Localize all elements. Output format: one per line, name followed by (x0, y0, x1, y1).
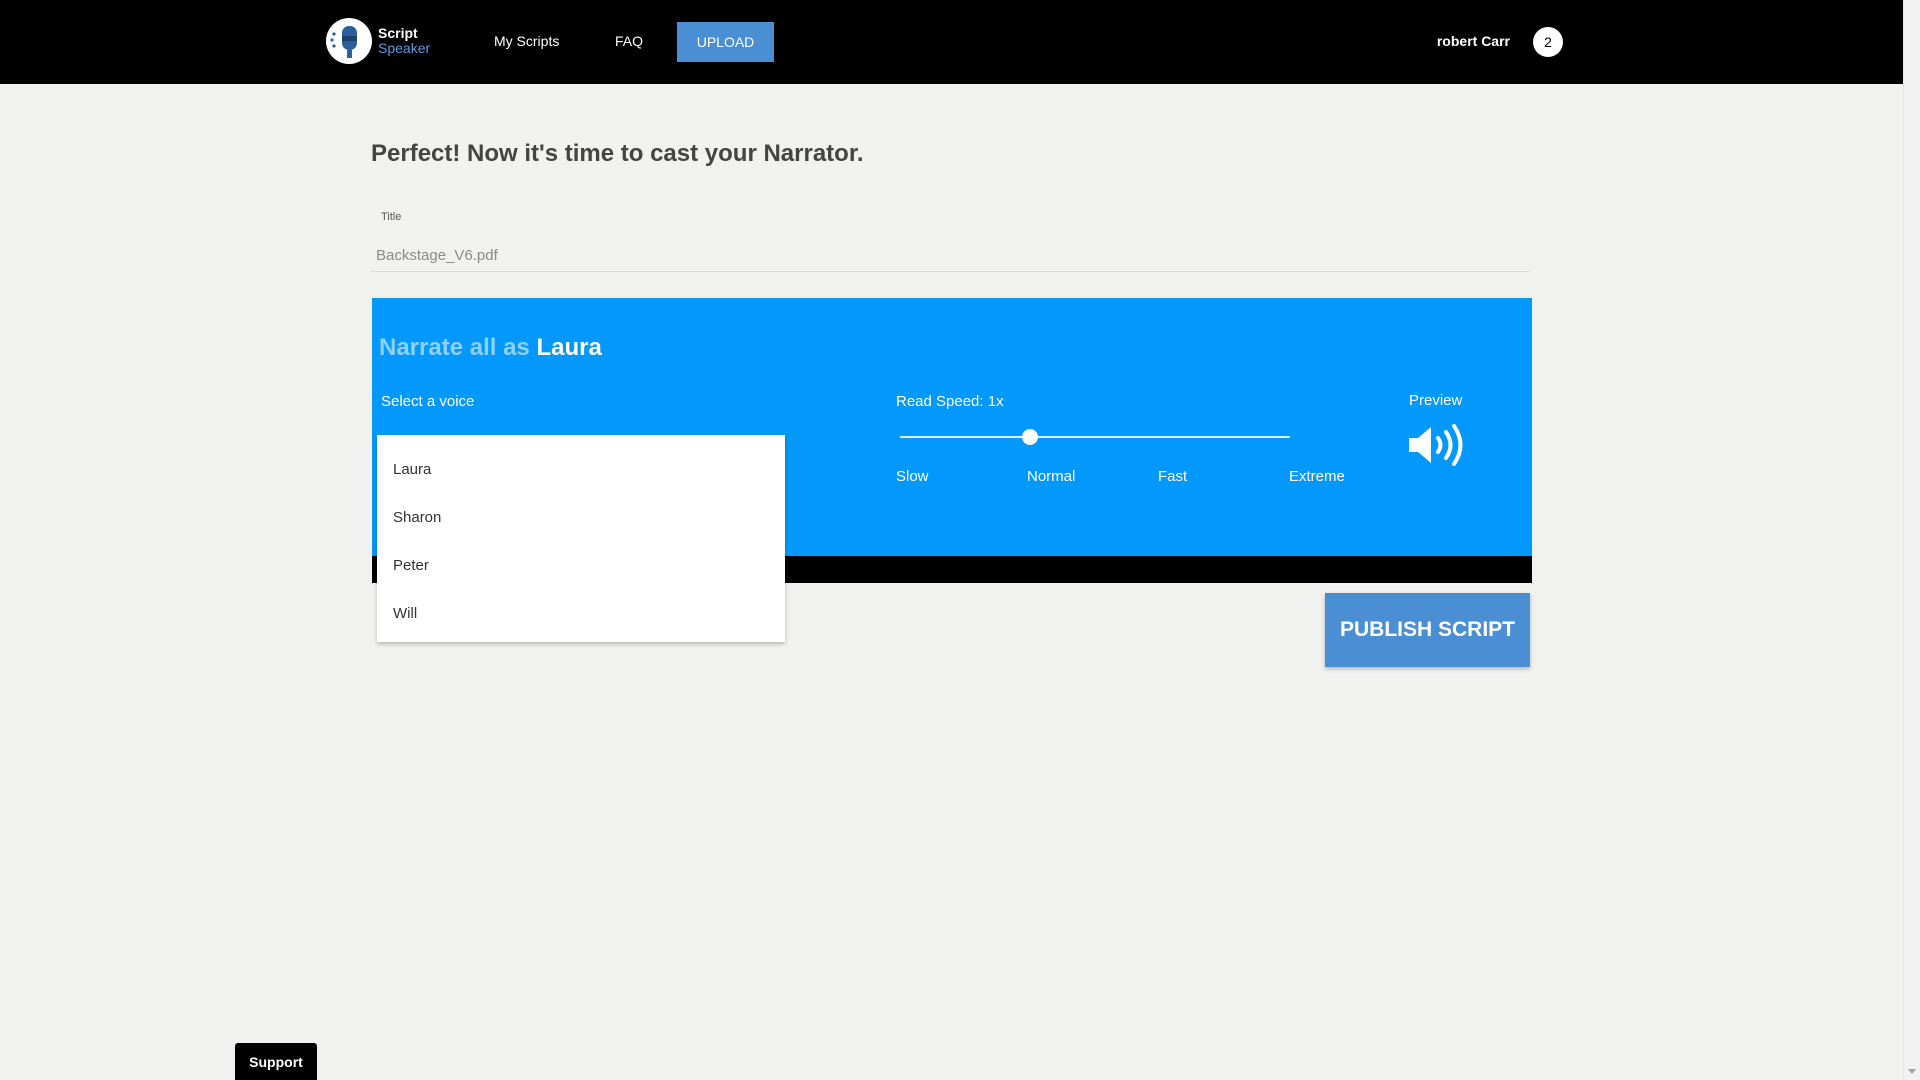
voice-option-will[interactable]: Will (377, 591, 785, 639)
notification-count-badge[interactable]: 2 (1533, 27, 1563, 57)
logo-line-2: Speaker (378, 40, 431, 56)
speed-tick-fast: Fast (1158, 468, 1188, 485)
read-speed-slider-thumb[interactable] (1021, 429, 1038, 445)
speed-tick-extreme: Extreme (1289, 468, 1345, 485)
upload-button[interactable]: UPLOAD (677, 22, 774, 62)
page-heading: Perfect! Now it's time to cast your Narr… (371, 140, 864, 167)
read-speed-label: Read Speed: 1x (896, 393, 1004, 410)
page-scrollbar[interactable] (1903, 0, 1920, 1080)
read-speed-slider-track[interactable] (900, 436, 1290, 438)
speed-tick-normal: Normal (1027, 468, 1076, 485)
voice-dropdown-menu: Laura Sharon Peter Will (377, 435, 785, 642)
nav-faq-link[interactable]: FAQ (615, 33, 643, 49)
speed-tick-slow: Slow (896, 468, 929, 485)
script-speaker-logo[interactable]: Script Speaker (326, 16, 436, 66)
microphone-logo-icon (326, 18, 372, 64)
nav-my-scripts-link[interactable]: My Scripts (494, 33, 559, 49)
user-name[interactable]: robert Carr (1437, 33, 1510, 49)
title-input[interactable] (371, 240, 1530, 272)
top-navbar: Script Speaker My Scripts FAQ UPLOAD rob… (0, 0, 1903, 84)
publish-script-button[interactable]: PUBLISH SCRIPT (1325, 593, 1530, 667)
narrator-voice-name: Laura (536, 334, 602, 361)
narrate-all-heading: Narrate all as Laura (379, 334, 602, 362)
support-button[interactable]: Support (235, 1043, 317, 1080)
voice-option-peter[interactable]: Peter (377, 543, 785, 591)
preview-speaker-icon[interactable] (1407, 422, 1471, 468)
voice-option-laura[interactable]: Laura (377, 447, 785, 495)
logo-wordmark: Script Speaker (378, 26, 430, 56)
select-voice-label: Select a voice (381, 393, 475, 410)
scroll-down-arrow-icon[interactable] (1908, 1069, 1916, 1074)
title-field-label: Title (381, 211, 402, 223)
narrate-all-prefix: Narrate all as (379, 334, 530, 361)
preview-label: Preview (1409, 392, 1463, 409)
logo-line-1: Script (378, 25, 418, 41)
voice-option-sharon[interactable]: Sharon (377, 495, 785, 543)
